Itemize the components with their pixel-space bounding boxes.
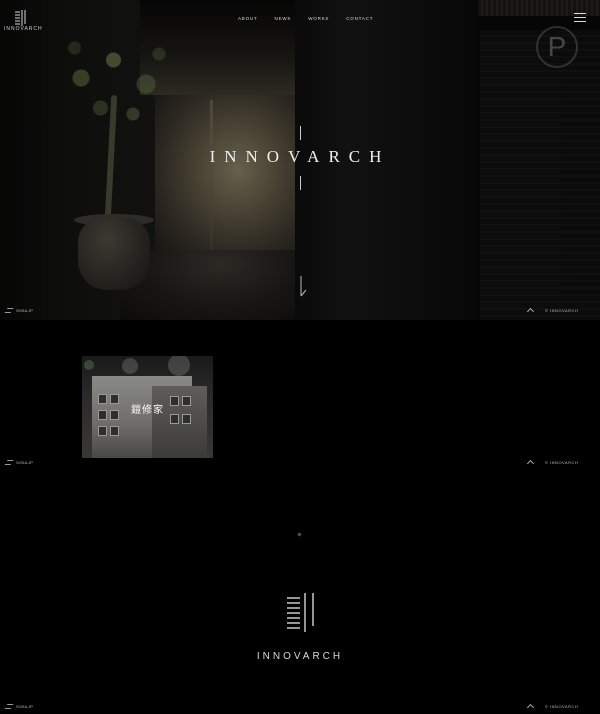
plant-leaves <box>55 30 185 150</box>
section-bar-right: © INNOVARCH <box>526 459 579 468</box>
back-to-top-icon[interactable] <box>526 307 535 316</box>
bokeh-light <box>84 360 94 370</box>
bokeh-light <box>122 358 138 374</box>
nav-news[interactable]: NEWS <box>275 16 292 21</box>
hero-divider-top <box>300 126 301 140</box>
scroll-down-icon[interactable] <box>298 276 308 298</box>
site-domain: SOKA.JP <box>16 460 33 465</box>
plant-pot <box>78 218 150 290</box>
hero-title: INNOVARCH <box>209 147 391 166</box>
section-bar-left: SOKA.JP <box>4 460 33 465</box>
nav-works[interactable]: WORKS <box>308 16 329 21</box>
section-bar-right: © INNOVARCH <box>526 703 579 712</box>
section-bar-left: SOKA.JP <box>4 308 33 313</box>
copyright: © INNOVARCH <box>545 308 579 313</box>
hero-section: P INNOVARCH ABOUT NEWS WORKS CONTACT INN… <box>0 0 600 320</box>
copyright: © INNOVARCH <box>545 704 579 709</box>
main-nav: ABOUT NEWS WORKS CONTACT <box>238 16 390 21</box>
small-logo-icon <box>4 704 14 709</box>
work-building-side <box>152 386 207 458</box>
hero-floor <box>120 250 320 320</box>
nav-contact[interactable]: CONTACT <box>346 16 373 21</box>
hamburger-menu-button[interactable] <box>574 13 586 23</box>
work-title: 鎧修家 <box>131 405 164 416</box>
back-to-top-icon[interactable] <box>526 703 535 712</box>
small-logo-icon <box>4 308 14 313</box>
section-bar-left: SOKA.JP <box>4 704 33 709</box>
hero-slats <box>480 30 600 320</box>
small-logo-icon <box>4 460 14 465</box>
back-to-top-icon[interactable] <box>526 459 535 468</box>
nav-about[interactable]: ABOUT <box>238 16 258 21</box>
copyright: © INNOVARCH <box>545 460 579 465</box>
brand-name: INNOVARCH <box>4 26 43 32</box>
section-bar-right: © INNOVARCH <box>526 307 579 316</box>
footer-brand-name: INNOVARCH <box>256 651 344 662</box>
hamburger-icon <box>574 13 586 14</box>
bokeh-light <box>168 356 190 376</box>
hero-wall-edge <box>210 100 213 255</box>
diamond-ornament <box>297 532 302 537</box>
work-card[interactable]: 鎧修家 <box>82 356 213 458</box>
brand-logo-icon-large <box>287 593 314 632</box>
parking-sign: P <box>536 26 578 68</box>
hero-divider-bottom <box>300 176 301 190</box>
site-domain: SOKA.JP <box>16 704 33 709</box>
site-domain: SOKA.JP <box>16 308 33 313</box>
